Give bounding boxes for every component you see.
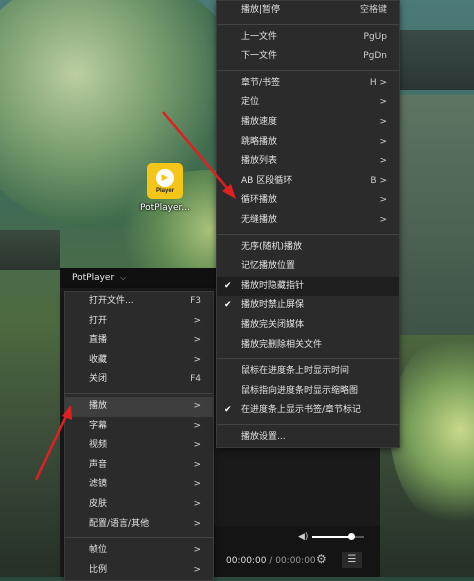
menu-item-playback-settings[interactable]: 播放设置... <box>217 428 399 448</box>
menu-item-ab-repeat[interactable]: AB 区段循环 B > <box>217 172 399 192</box>
volume-slider[interactable] <box>312 533 364 540</box>
gear-icon[interactable]: ⚙ <box>316 552 327 566</box>
menu-item-favorites[interactable]: 收藏 > <box>65 351 213 371</box>
menu-item-close-after-play[interactable]: 播放完关闭媒体 <box>217 316 399 336</box>
menu-item-open-file[interactable]: 打开文件... F3 <box>65 292 213 312</box>
menu-item-delete-after-play[interactable]: 播放完删除相关文件 <box>217 336 399 356</box>
volume-icon[interactable]: ◀) <box>298 532 308 542</box>
menu-item-play-pause[interactable]: 播放|暂停 空格键 <box>217 1 399 21</box>
menu-separator <box>65 537 213 539</box>
context-menu-main: 打开文件... F3 打开 > 直播 > 收藏 > 关闭 F4 播放 > 字幕 > 视频 > 声… <box>64 291 214 581</box>
menu-separator <box>217 233 399 235</box>
menu-separator <box>65 392 213 394</box>
potplayer-app-icon: ▶ Player <box>147 163 183 199</box>
menu-item-audio[interactable]: 声音 > <box>65 456 213 476</box>
icon-tile-text: Player <box>155 187 174 194</box>
menu-item-skip-play[interactable]: 跳略播放 > <box>217 133 399 153</box>
menu-item-seekbar-time[interactable]: 鼠标在进度条上时显示时间 <box>217 362 399 382</box>
menu-item-filters[interactable]: 滤镜 > <box>65 475 213 495</box>
menu-item-gapless[interactable]: 无缝播放 > <box>217 211 399 231</box>
menu-item-live[interactable]: 直播 > <box>65 331 213 351</box>
menu-icon[interactable]: ☰ <box>342 552 362 568</box>
menu-item-playback[interactable]: 播放 > <box>65 396 213 417</box>
time-current: 00:00:00 <box>226 556 267 566</box>
check-icon: ✔ <box>224 300 232 311</box>
shortcut-caption: PotPlayer... <box>140 203 190 213</box>
menu-item-seekbar-bookmarks[interactable]: ✔ 在进度条上显示书签/章节标记 <box>217 401 399 421</box>
check-icon: ✔ <box>224 405 232 416</box>
volume-knob[interactable] <box>347 533 355 540</box>
menu-item-remember-position[interactable]: 记忆播放位置 <box>217 257 399 277</box>
seek-bar[interactable] <box>212 530 380 540</box>
menu-separator <box>217 358 399 360</box>
player-title: PotPlayer <box>72 273 115 283</box>
menu-item-loop[interactable]: 循环播放 > <box>217 191 399 211</box>
menu-item-subtitles[interactable]: 字幕 > <box>65 417 213 437</box>
menu-item-shuffle[interactable]: 无序(随机)播放 <box>217 238 399 258</box>
menu-item-frame[interactable]: 帧位 > <box>65 541 213 561</box>
context-submenu-playback: 播放|暂停 空格键 上一文件 PgUp 下一文件 PgDn 章节/书签 H > 定位 > … <box>216 0 400 449</box>
time-display: 00:00:00 / 00:00:00 <box>226 556 316 566</box>
menu-item-playlist[interactable]: 播放列表 > <box>217 152 399 172</box>
play-icon: ▶ <box>156 168 174 187</box>
check-icon: ✔ <box>224 280 232 291</box>
menu-item-disable-screensaver[interactable]: ✔ 播放时禁止屏保 <box>217 296 399 316</box>
menu-item-skins[interactable]: 皮肤 > <box>65 495 213 515</box>
menu-item-seekbar-thumbnail[interactable]: 鼠标指向进度条时显示缩略图 <box>217 382 399 402</box>
time-separator: / <box>269 556 273 566</box>
volume-fill <box>312 536 351 538</box>
menu-item-hide-pointer[interactable]: ✔ 播放时隐藏指针 <box>217 276 399 297</box>
player-control-bar: ◀) 00:00:00 / 00:00:00 ⚙ ☰ <box>212 526 380 577</box>
menu-item-seek[interactable]: 定位 > <box>217 93 399 113</box>
potplayer-desktop-shortcut[interactable]: ▶ Player PotPlayer... <box>137 163 193 213</box>
menu-item-open[interactable]: 打开 > <box>65 312 213 332</box>
menu-item-prev-file[interactable]: 上一文件 PgUp <box>217 28 399 48</box>
menu-separator <box>217 69 399 71</box>
menu-item-video[interactable]: 视频 > <box>65 436 213 456</box>
menu-item-chapters[interactable]: 章节/书签 H > <box>217 74 399 94</box>
chevron-down-icon: ⌵ <box>120 273 127 282</box>
menu-item-close[interactable]: 关闭 F4 <box>65 370 213 390</box>
menu-separator <box>217 23 399 25</box>
menu-item-aspect-ratio[interactable]: 比例 > <box>65 561 213 581</box>
menu-separator <box>217 423 399 425</box>
menu-item-next-file[interactable]: 下一文件 PgDn <box>217 47 399 67</box>
menu-item-speed[interactable]: 播放速度 > <box>217 113 399 133</box>
menu-item-config[interactable]: 配置/语言/其他 > <box>65 515 213 535</box>
time-duration: 00:00:00 <box>275 556 316 566</box>
